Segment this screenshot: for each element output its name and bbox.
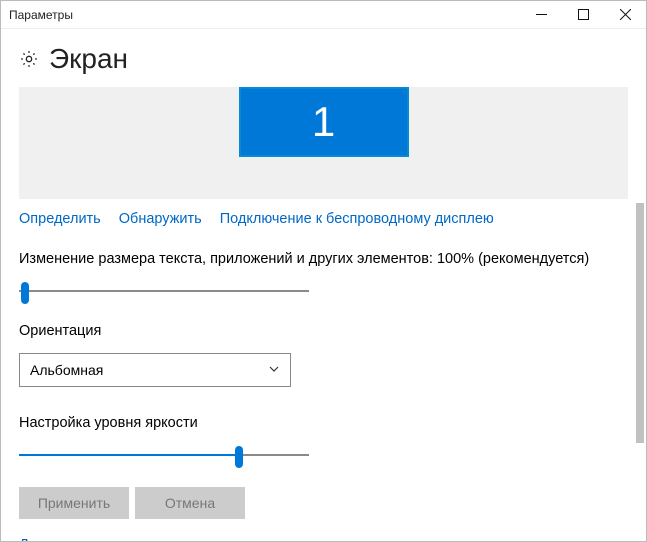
advanced-display-link[interactable]: Дополнительные параметры экрана [19,537,628,541]
scrollbar[interactable] [634,87,644,539]
display-links: Определить Обнаружить Подключение к бесп… [19,211,628,227]
minimize-button[interactable] [520,1,562,29]
brightness-label: Настройка уровня яркости [19,415,628,431]
page-title: Экран [49,43,128,75]
monitor-preview-area: 1 [19,87,628,199]
slider-fill [19,454,239,456]
brightness-slider[interactable] [19,445,309,465]
monitor-tile-1[interactable]: 1 [239,87,409,157]
close-button[interactable] [604,1,646,29]
monitor-number: 1 [312,98,335,146]
maximize-button[interactable] [562,1,604,29]
scale-slider[interactable] [19,281,309,301]
content: 1 Определить Обнаружить Подключение к бе… [1,87,646,541]
wireless-display-link[interactable]: Подключение к беспроводному дисплею [220,211,494,227]
page-header: Экран [1,29,646,85]
detect-link[interactable]: Обнаружить [119,211,202,227]
titlebar: Параметры [1,1,646,29]
slider-track [19,290,309,292]
chevron-down-icon [268,362,280,378]
orientation-dropdown[interactable]: Альбомная [19,353,291,387]
cancel-button[interactable]: Отмена [135,487,245,519]
scale-label: Изменение размера текста, приложений и д… [19,251,628,267]
orientation-label: Ориентация [19,323,628,339]
slider-thumb[interactable] [235,446,243,468]
apply-button[interactable]: Применить [19,487,129,519]
orientation-value: Альбомная [30,362,103,378]
slider-thumb[interactable] [21,282,29,304]
window-controls [520,1,646,29]
apply-cancel-row: Применить Отмена [19,487,628,519]
scrollbar-thumb[interactable] [636,203,644,443]
gear-icon [19,49,39,69]
identify-link[interactable]: Определить [19,211,101,227]
window-title: Параметры [9,8,73,22]
